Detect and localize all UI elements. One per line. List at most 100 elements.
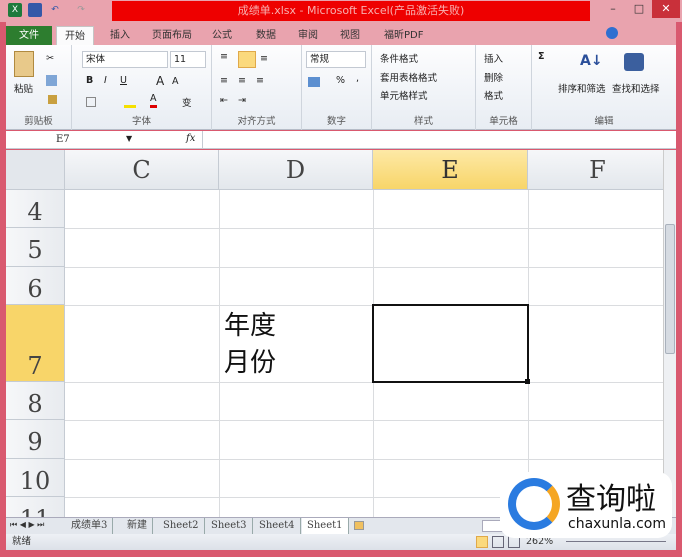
copy-icon[interactable] — [46, 75, 57, 86]
tab-insert[interactable]: 插入 — [102, 26, 138, 46]
italic-button[interactable]: I — [104, 75, 107, 86]
tab-foxit-pdf[interactable]: 福昕PDF — [376, 26, 431, 46]
active-cell-e7[interactable] — [372, 304, 529, 383]
insert-sheet-icon[interactable] — [354, 521, 364, 530]
sheet-tab[interactable]: 新建 — [122, 518, 153, 534]
close-button[interactable]: ✕ — [652, 0, 680, 18]
normal-view-icon[interactable] — [476, 536, 488, 548]
editing-group: Σ A↓ 排序和筛选 查找和选择 编辑 — [532, 45, 676, 130]
insert-function-button[interactable]: fx — [186, 133, 195, 144]
watermark-logo: 查询啦 chaxunla.com — [500, 472, 672, 538]
align-right-icon[interactable]: ≡ — [256, 75, 264, 86]
currency-icon[interactable] — [308, 77, 320, 87]
group-label: 样式 — [413, 116, 433, 127]
vertical-scrollbar[interactable] — [663, 150, 676, 517]
page-layout-view-icon[interactable] — [492, 536, 504, 548]
minimize-button[interactable]: – — [600, 0, 626, 18]
bold-button[interactable]: B — [86, 75, 93, 86]
tab-data[interactable]: 数据 — [248, 26, 284, 46]
save-icon[interactable] — [28, 3, 42, 17]
tab-home[interactable]: 开始 — [56, 26, 94, 46]
maximize-button[interactable]: □ — [626, 0, 652, 18]
paste-icon[interactable] — [14, 51, 34, 77]
select-all-button[interactable] — [6, 150, 65, 190]
font-size-select[interactable]: 11 — [170, 51, 206, 68]
logo-q-icon — [508, 478, 560, 530]
group-label: 单元格 — [489, 116, 518, 127]
top-align-icon[interactable]: ≡ — [220, 51, 228, 62]
bottom-align-icon[interactable]: ≡ — [260, 53, 268, 64]
title-bar: X ↶ ↷ 成绩单.xlsx - Microsoft Excel(产品激活失败)… — [0, 0, 682, 22]
middle-align-button[interactable] — [238, 51, 256, 68]
comma-button[interactable]: , — [356, 73, 359, 84]
row-header-7[interactable]: 7 — [6, 305, 65, 382]
sheet-tab-active[interactable]: Sheet1 — [302, 518, 349, 535]
tab-review[interactable]: 审阅 — [290, 26, 326, 46]
number-group: 常规 % , 数字 — [302, 45, 372, 130]
sheet-tab[interactable]: 成绩单3 — [66, 518, 114, 534]
insert-button[interactable]: 插入 — [484, 51, 503, 65]
tab-file[interactable]: 文件 — [6, 26, 52, 46]
tab-formulas[interactable]: 公式 — [204, 26, 240, 46]
column-header-f[interactable]: F — [528, 150, 663, 190]
name-box-dropdown-icon[interactable]: ▼ — [126, 134, 132, 143]
align-left-icon[interactable]: ≡ — [220, 75, 228, 86]
row-header-6[interactable]: 6 — [6, 267, 65, 305]
row-header-5[interactable]: 5 — [6, 228, 65, 267]
fill-handle[interactable] — [525, 379, 530, 384]
cell-d7-line1: 年度 — [224, 311, 277, 341]
row-header-9[interactable]: 9 — [6, 420, 65, 459]
scroll-thumb[interactable] — [665, 224, 675, 354]
sheet-tab[interactable]: Sheet3 — [206, 518, 253, 534]
phonetic-button[interactable]: 变 — [182, 95, 192, 109]
font-color-icon[interactable]: A — [150, 93, 157, 108]
format-as-table-button[interactable]: 套用表格格式 — [380, 70, 437, 84]
row-header-8[interactable]: 8 — [6, 382, 65, 420]
shrink-font-button[interactable]: A — [172, 76, 179, 87]
find-select-button[interactable]: 查找和选择 — [612, 81, 660, 95]
fill-color-icon[interactable] — [124, 105, 136, 108]
status-text: 就绪 — [12, 536, 32, 547]
cell-styles-button[interactable]: 单元格样式 — [380, 88, 428, 102]
grow-font-button[interactable]: A — [156, 74, 164, 88]
formula-input[interactable] — [202, 131, 672, 149]
tab-view[interactable]: 视图 — [332, 26, 368, 46]
underline-button[interactable]: U — [120, 75, 127, 86]
format-painter-icon[interactable] — [48, 95, 57, 104]
font-name-select[interactable]: 宋体 — [82, 51, 168, 68]
row-header-4[interactable]: 4 — [6, 190, 65, 228]
autosum-button[interactable]: Σ — [538, 51, 545, 62]
sort-filter-button[interactable]: 排序和筛选 — [558, 81, 606, 95]
delete-button[interactable]: 删除 — [484, 70, 503, 84]
row-header-11[interactable]: 11 — [6, 497, 65, 517]
increase-indent-icon[interactable]: ⇥ — [238, 95, 246, 106]
column-header-c[interactable]: C — [65, 150, 219, 190]
undo-icon[interactable]: ↶ — [48, 3, 62, 17]
row-header-10[interactable]: 10 — [6, 459, 65, 497]
cut-icon[interactable]: ✂ — [46, 53, 54, 64]
border-icon[interactable] — [86, 97, 96, 107]
zoom-slider[interactable] — [566, 541, 666, 542]
group-label: 字体 — [131, 116, 151, 127]
gridline — [65, 459, 663, 460]
paste-button[interactable]: 粘贴 — [14, 81, 33, 95]
conditional-format-button[interactable]: 条件格式 — [380, 51, 418, 65]
group-label: 剪贴板 — [24, 116, 53, 127]
number-format-select[interactable]: 常规 — [306, 51, 366, 68]
sheet-tab[interactable]: Sheet2 — [158, 518, 205, 534]
column-header-e[interactable]: E — [373, 150, 528, 190]
percent-button[interactable]: % — [336, 75, 345, 86]
align-center-icon[interactable]: ≡ — [238, 75, 246, 86]
tab-page-layout[interactable]: 页面布局 — [144, 26, 200, 46]
column-header-d[interactable]: D — [219, 150, 373, 190]
sheet-nav-arrows-icon[interactable]: ⏮ ◀ ▶ ⏭ — [10, 520, 44, 530]
cell-d7[interactable]: 年度 月份 — [224, 308, 276, 382]
redo-icon[interactable]: ↷ — [74, 3, 88, 17]
sheet-tab[interactable]: Sheet4 — [254, 518, 301, 534]
spreadsheet-grid[interactable]: C D E F 4 5 6 7 8 9 10 11 年度 月份 — [6, 150, 663, 517]
cells-group: 插入 删除 格式 单元格 — [476, 45, 532, 130]
help-icon[interactable] — [606, 27, 618, 39]
format-button[interactable]: 格式 — [484, 88, 503, 102]
name-box[interactable]: E7 — [56, 134, 70, 145]
decrease-indent-icon[interactable]: ⇤ — [220, 95, 228, 106]
